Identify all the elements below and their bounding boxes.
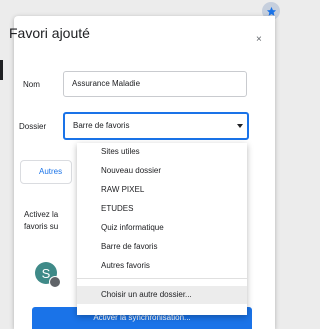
- dropdown-item-sites-utiles[interactable]: Sites utiles: [77, 143, 247, 161]
- browser-toolbar-edge: [0, 0, 275, 14]
- close-icon[interactable]: ×: [256, 34, 262, 45]
- page-background-strip: [0, 60, 11, 329]
- dialog-title: Favori ajouté: [9, 25, 90, 41]
- sync-status-icon: [49, 276, 61, 288]
- dropdown-item-raw-pixel[interactable]: RAW PIXEL: [77, 181, 247, 199]
- page-edge-marker: [0, 60, 3, 80]
- name-label: Nom: [23, 80, 40, 89]
- star-icon: [266, 6, 276, 16]
- dropdown-item-barre-de-favoris[interactable]: Barre de favoris: [77, 238, 247, 256]
- dropdown-divider: [77, 278, 247, 279]
- folder-label: Dossier: [19, 122, 47, 131]
- folder-select-value: Barre de favoris: [73, 121, 130, 130]
- more-button[interactable]: Autres: [20, 160, 72, 184]
- dropdown-item-nouveau-dossier[interactable]: Nouveau dossier: [77, 162, 247, 180]
- folder-select[interactable]: Barre de favoris: [63, 112, 249, 140]
- dropdown-item-autres-favoris[interactable]: Autres favoris: [77, 257, 247, 275]
- folder-dropdown-menu: Sites utiles Nouveau dossier RAW PIXEL E…: [77, 143, 247, 315]
- dropdown-item-choose-other-folder[interactable]: Choisir un autre dossier...: [77, 286, 247, 304]
- chevron-down-icon: [237, 124, 243, 128]
- dropdown-item-etudes[interactable]: ETUDES: [77, 200, 247, 218]
- bookmark-name-input[interactable]: Assurance Maladie: [63, 71, 247, 97]
- sync-promo-text: Activez la favoris su: [24, 210, 59, 231]
- dropdown-item-quiz-informatique[interactable]: Quiz informatique: [77, 219, 247, 237]
